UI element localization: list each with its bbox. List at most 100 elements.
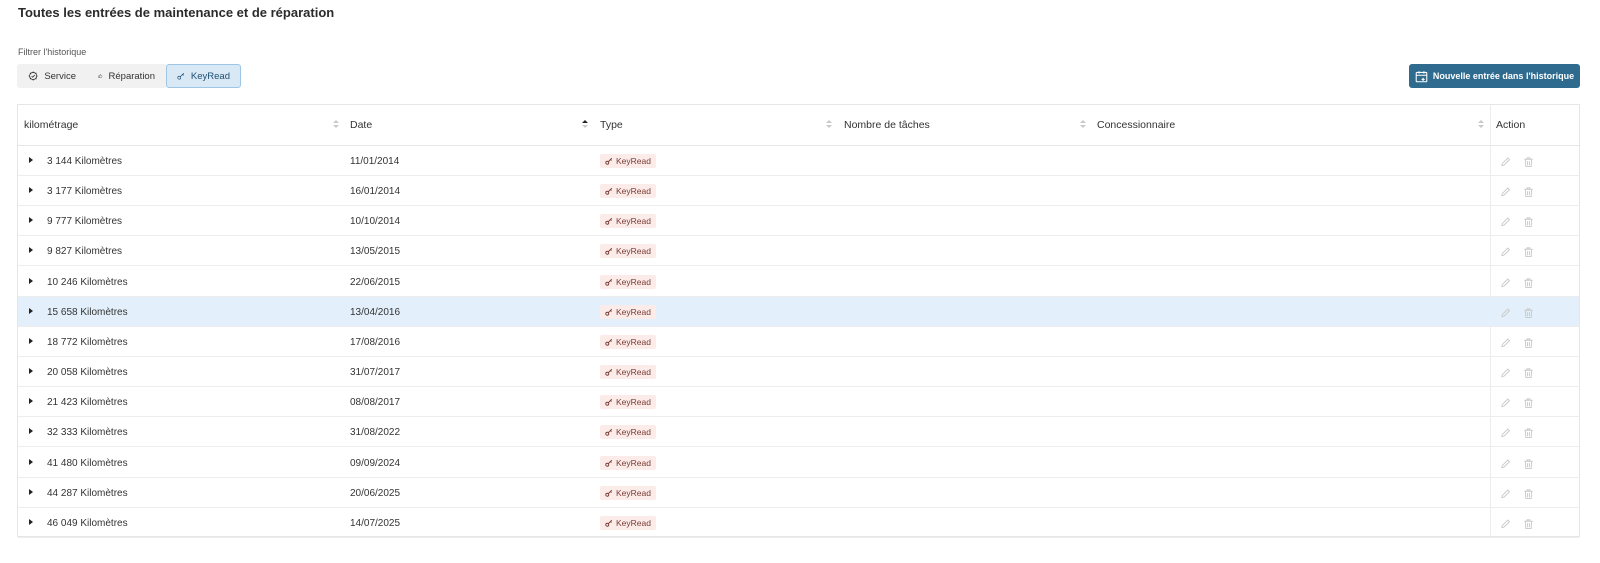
cell-type: KeyRead [600,267,830,297]
expand-row-caret-icon[interactable] [29,519,33,525]
column-header-type[interactable]: Type [594,105,837,145]
expand-row-caret-icon[interactable] [29,489,33,495]
page-title: Toutes les entrées de maintenance et de … [18,5,335,20]
delete-button[interactable] [1523,306,1534,319]
edit-button[interactable] [1500,185,1511,197]
expand-row-caret-icon[interactable] [29,338,33,344]
pencil-icon [1501,187,1511,197]
pencil-icon [1501,398,1511,408]
table-row[interactable]: 32 333 Kilomètres 31/08/2022 KeyRead [18,417,1579,447]
column-header-action: Action [1490,105,1579,145]
edit-button[interactable] [1500,336,1511,348]
date-value: 09/09/2024 [350,457,401,469]
type-badge: KeyRead [600,154,656,168]
table-row[interactable]: 15 658 Kilomètres 13/04/2016 KeyRead [18,297,1579,327]
edit-button[interactable] [1500,366,1511,378]
delete-button[interactable] [1523,517,1534,530]
delete-button[interactable] [1523,366,1534,379]
sort-dealer-icon[interactable] [1478,120,1484,130]
date-value: 13/04/2016 [350,306,401,318]
expand-row-caret-icon[interactable] [29,398,33,404]
expand-row-caret-icon[interactable] [29,459,33,465]
pencil-icon [1501,157,1511,167]
sort-mileage-icon[interactable] [333,120,339,130]
table-row[interactable]: 20 058 Kilomètres 31/07/2017 KeyRead [18,357,1579,387]
filter-repair-button[interactable]: Réparation [87,64,166,88]
date-value: 31/07/2017 [350,366,401,378]
delete-button[interactable] [1523,457,1534,470]
table-row[interactable]: 44 287 Kilomètres 20/06/2025 KeyRead [18,478,1579,508]
table-row[interactable]: 46 049 Kilomètres 14/07/2025 KeyRead [18,508,1579,538]
delete-button[interactable] [1523,276,1534,289]
gear-check-icon [28,71,38,81]
expand-row-caret-icon[interactable] [29,428,33,434]
sort-task-count-icon[interactable] [1080,120,1086,130]
key-icon [605,278,613,286]
key-icon [605,308,613,316]
edit-button[interactable] [1500,306,1511,318]
cell-task-count [844,236,1084,266]
type-label: KeyRead [616,307,651,317]
table-row[interactable]: 10 246 Kilomètres 22/06/2015 KeyRead [18,267,1579,297]
expand-row-caret-icon[interactable] [29,247,33,253]
cell-mileage: 21 423 Kilomètres [47,387,337,417]
cell-date: 13/04/2016 [350,297,590,327]
delete-button[interactable] [1523,487,1534,500]
expand-row-caret-icon[interactable] [29,217,33,223]
delete-button[interactable] [1523,215,1534,228]
delete-button[interactable] [1523,155,1534,168]
key-icon [605,519,613,527]
sort-type-icon[interactable] [826,120,832,130]
edit-button[interactable] [1500,487,1511,499]
key-icon [605,217,613,225]
table-row[interactable]: 18 772 Kilomètres 17/08/2016 KeyRead [18,327,1579,357]
date-value: 20/06/2025 [350,487,401,499]
type-badge: KeyRead [600,456,656,470]
date-value: 22/06/2015 [350,276,401,288]
filter-service-button[interactable]: Service [17,64,87,88]
sort-date-ascending-icon[interactable] [582,120,588,130]
trash-icon [1524,459,1533,470]
cell-dealer [1097,236,1477,266]
delete-button[interactable] [1523,336,1534,349]
edit-button[interactable] [1500,276,1511,288]
type-label: KeyRead [616,156,651,166]
cell-mileage: 3 177 Kilomètres [47,176,337,206]
edit-button[interactable] [1500,457,1511,469]
cell-dealer [1097,146,1477,176]
table-row[interactable]: 21 423 Kilomètres 08/08/2017 KeyRead [18,387,1579,417]
delete-button[interactable] [1523,185,1534,198]
delete-button[interactable] [1523,426,1534,439]
expand-row-caret-icon[interactable] [29,308,33,314]
edit-button[interactable] [1500,245,1511,257]
table-row[interactable]: 9 777 Kilomètres 10/10/2014 KeyRead [18,206,1579,236]
column-header-task-count[interactable]: Nombre de tâches [838,105,1091,145]
expand-row-caret-icon[interactable] [29,368,33,374]
cell-date: 17/08/2016 [350,327,590,357]
key-icon [177,73,185,80]
table-row[interactable]: 3 177 Kilomètres 16/01/2014 KeyRead [18,176,1579,206]
edit-button[interactable] [1500,155,1511,167]
column-header-date[interactable]: Date [344,105,593,145]
edit-button[interactable] [1500,215,1511,227]
column-header-dealer[interactable]: Concessionnaire [1091,105,1490,145]
table-row[interactable]: 3 144 Kilomètres 11/01/2014 KeyRead [18,146,1579,176]
edit-button[interactable] [1500,396,1511,408]
delete-button[interactable] [1523,396,1534,409]
expand-row-caret-icon[interactable] [29,187,33,193]
new-history-entry-button[interactable]: Nouvelle entrée dans l'historique [1409,64,1580,88]
key-icon [605,489,613,497]
filter-keyread-button[interactable]: KeyRead [166,64,241,88]
edit-button[interactable] [1500,517,1511,529]
expand-row-caret-icon[interactable] [29,157,33,163]
table-row[interactable]: 9 827 Kilomètres 13/05/2015 KeyRead [18,236,1579,266]
edit-button[interactable] [1500,426,1511,438]
cell-dealer [1097,357,1477,387]
expand-row-caret-icon[interactable] [29,278,33,284]
delete-button[interactable] [1523,245,1534,258]
cell-mileage: 10 246 Kilomètres [47,267,337,297]
type-badge: KeyRead [600,214,656,228]
table-row[interactable]: 41 480 Kilomètres 09/09/2024 KeyRead [18,448,1579,478]
column-header-mileage[interactable]: kilométrage [18,105,343,145]
type-badge: KeyRead [600,305,656,319]
